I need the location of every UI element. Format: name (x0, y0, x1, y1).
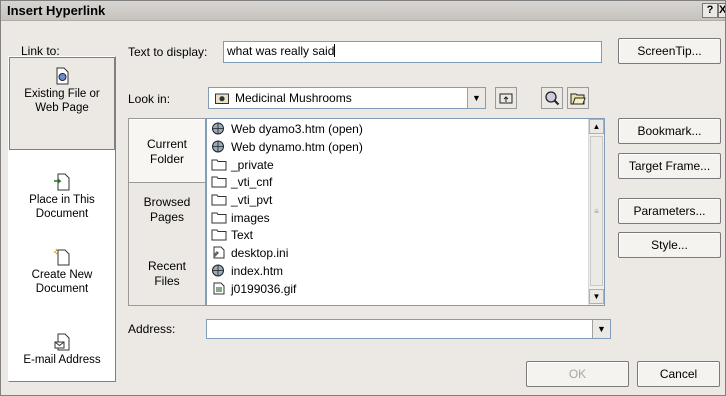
list-item[interactable]: j0199036.gif (211, 281, 296, 297)
tab-browsed-pages[interactable]: Browsed Pages (129, 195, 205, 241)
address-label: Address: (128, 322, 176, 336)
chevron-down-icon[interactable]: ▼ (592, 320, 610, 338)
tab-label: Files (154, 274, 180, 288)
insert-hyperlink-dialog: Insert Hyperlink ? X Link to: Existing F… (0, 0, 726, 396)
link-to-sidebar: Existing File or Web Page Place in This … (8, 56, 116, 382)
list-item[interactable]: desktop.ini (211, 245, 288, 261)
html-file-icon (212, 140, 224, 153)
file-name: j0199036.gif (231, 282, 297, 296)
text-caret (334, 44, 336, 57)
text-to-display-input[interactable]: what was really said (223, 41, 602, 63)
sidebar-item-label: Web Page (35, 102, 89, 114)
folder-icon (211, 159, 227, 171)
tab-current-folder[interactable]: Current Folder (129, 119, 205, 183)
tab-label: Browsed (143, 195, 191, 209)
look-in-label: Look in: (128, 92, 171, 106)
sidebar-item-label: Create New (31, 269, 93, 281)
look-in-tabs: Current Folder Browsed Pages Recent File… (128, 118, 206, 306)
ok-button[interactable]: OK (526, 361, 629, 387)
link-place-in-this-document[interactable]: Place in This Document (9, 161, 115, 237)
document-web-icon (56, 67, 69, 85)
parameters-button[interactable]: Parameters... (618, 198, 721, 224)
sidebar-item-label: Existing File or (24, 88, 100, 100)
link-create-new-document[interactable]: Create New Document (9, 239, 115, 315)
list-item[interactable]: _private (211, 157, 274, 173)
close-button[interactable]: X (718, 3, 726, 18)
folder-icon (211, 229, 227, 241)
folder-icon (211, 194, 227, 206)
file-name: _vti_cnf (231, 175, 273, 189)
web-search-icon (545, 91, 560, 106)
file-list[interactable]: Web dyamo3.htm (open) Web dynamo.htm (op… (206, 118, 605, 306)
text-to-display-value: what was really said (227, 44, 335, 58)
file-name: Web dyamo3.htm (open) (231, 122, 363, 136)
list-item[interactable]: _vti_pvt (211, 192, 272, 208)
document-place-icon (54, 173, 70, 191)
new-document-icon (54, 248, 70, 266)
link-existing-file-or-web-page[interactable]: Existing File or Web Page (9, 57, 115, 150)
target-frame-button[interactable]: Target Frame... (618, 153, 721, 179)
help-button[interactable]: ? (702, 3, 718, 18)
cancel-button[interactable]: Cancel (637, 361, 720, 387)
file-name: index.htm (231, 264, 284, 278)
open-folder-icon (570, 93, 586, 105)
file-name: Text (231, 228, 254, 242)
file-name: images (231, 211, 270, 225)
link-email-address[interactable]: E-mail Address (9, 325, 115, 375)
folder-icon (215, 93, 229, 104)
email-icon (54, 333, 70, 351)
scroll-up-icon[interactable]: ▲ (589, 119, 604, 134)
list-item[interactable]: images (211, 210, 270, 226)
tab-label: Pages (149, 210, 185, 224)
list-item[interactable]: Text (211, 227, 253, 243)
html-file-icon (212, 122, 224, 135)
sidebar-item-label: Document (35, 208, 89, 220)
list-item[interactable]: Web dyamo3.htm (open) (211, 121, 363, 137)
sidebar-item-label: E-mail Address (23, 354, 101, 366)
file-name: _private (231, 158, 274, 172)
file-name: desktop.ini (231, 246, 289, 260)
look-in-value: Medicinal Mushrooms (235, 91, 352, 105)
up-one-folder-button[interactable] (495, 87, 517, 109)
text-to-display-label: Text to display: (128, 45, 208, 59)
sidebar-item-label: Place in This (29, 194, 95, 206)
chevron-down-icon[interactable]: ▼ (467, 88, 485, 108)
dialog-title: Insert Hyperlink (7, 3, 106, 18)
browse-file-button[interactable] (567, 87, 589, 109)
tab-label: Recent (147, 259, 187, 273)
file-list-scrollbar[interactable]: ▲ ≡ ▼ (588, 119, 604, 305)
settings-file-icon (213, 246, 225, 259)
folder-icon (211, 212, 227, 224)
file-name: _vti_pvt (231, 193, 273, 207)
title-bar[interactable]: Insert Hyperlink ? X (1, 1, 726, 21)
image-file-icon (213, 282, 225, 295)
list-item[interactable]: _vti_cnf (211, 174, 272, 190)
bookmark-button[interactable]: Bookmark... (618, 118, 721, 144)
address-input[interactable]: ▼ (206, 319, 611, 339)
scroll-thumb[interactable]: ≡ (590, 136, 603, 286)
up-folder-icon (499, 93, 513, 104)
tab-label: Folder (149, 152, 184, 166)
html-file-icon (212, 264, 224, 277)
tab-label: Current (146, 137, 187, 151)
scroll-down-icon[interactable]: ▼ (589, 289, 604, 304)
list-item[interactable]: index.htm (211, 263, 283, 279)
tab-recent-files[interactable]: Recent Files (129, 259, 205, 299)
list-item[interactable]: Web dynamo.htm (open) (211, 139, 363, 155)
screentip-button[interactable]: ScreenTip... (618, 38, 721, 64)
style-button[interactable]: Style... (618, 232, 721, 258)
sidebar-item-label: Document (35, 283, 89, 295)
browse-web-button[interactable] (541, 87, 563, 109)
look-in-select[interactable]: Medicinal Mushrooms ▼ (208, 87, 486, 109)
file-name: Web dynamo.htm (open) (231, 140, 363, 154)
folder-icon (211, 176, 227, 188)
